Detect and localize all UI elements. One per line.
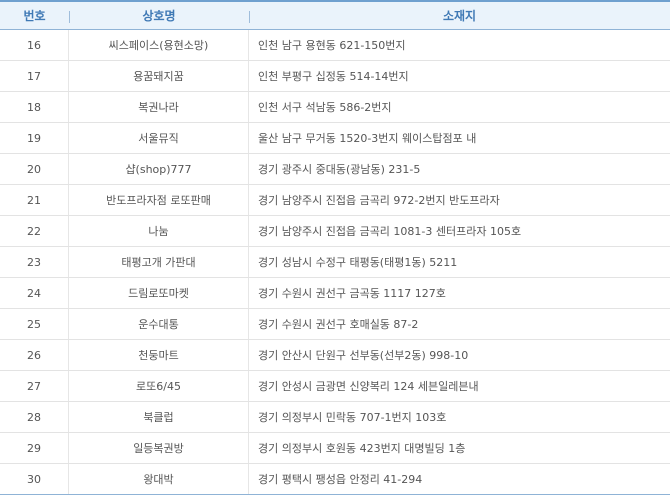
- table-row: 19 서울뮤직 울산 남구 무거동 1520-3번지 웨이스탑점포 내: [0, 123, 670, 154]
- row-store-name: 로또6/45: [69, 371, 249, 401]
- row-address: 인천 서구 석남동 586-2번지: [258, 101, 392, 114]
- table-header: 번호 상호명 소재지: [0, 0, 670, 30]
- row-number: 25: [0, 309, 69, 339]
- row-address: 울산 남구 무거동 1520-3번지 웨이스탑점포 내: [258, 132, 477, 145]
- row-store-name: 샵(shop)777: [69, 154, 249, 184]
- row-store-name: 나눔: [69, 216, 249, 246]
- store-table: 번호 상호명 소재지 16 씨스페이스(용현소망) 인천 남구 용현동 621-…: [0, 0, 670, 501]
- row-store-name: 드림로또마켓: [69, 278, 249, 308]
- row-store-name: 반도프라자점 로또판매: [69, 185, 249, 215]
- row-number: 27: [0, 371, 69, 401]
- table-row: 22 나눔 경기 남양주시 진접읍 금곡리 1081-3 센터프라자 105호: [0, 216, 670, 247]
- row-address: 경기 남양주시 진접읍 금곡리 1081-3 센터프라자 105호: [258, 225, 522, 238]
- row-address: 경기 안성시 금광면 신양복리 124 세븐일레븐내: [258, 380, 479, 393]
- row-number: 18: [0, 92, 69, 122]
- row-number: 19: [0, 123, 69, 153]
- table-row: 28 북클럽 경기 의정부시 민락동 707-1번지 103호: [0, 402, 670, 433]
- row-address: 경기 남양주시 진접읍 금곡리 972-2번지 반도프라자: [258, 194, 500, 207]
- row-store-name: 복권나라: [69, 92, 249, 122]
- header-address: 소재지: [442, 9, 477, 23]
- table-row: 27 로또6/45 경기 안성시 금광면 신양복리 124 세븐일레븐내: [0, 371, 670, 402]
- row-store-name: 용꿈돼지꿈: [69, 61, 249, 91]
- table-row: 24 드림로또마켓 경기 수원시 권선구 금곡동 1117 127호: [0, 278, 670, 309]
- table-row: 29 일등복권방 경기 의정부시 호원동 423번지 대명빌딩 1층: [0, 433, 670, 464]
- row-address: 경기 의정부시 호원동 423번지 대명빌딩 1층: [258, 442, 466, 455]
- table-row: 23 태평고개 가판대 경기 성남시 수정구 태평동(태평1동) 5211: [0, 247, 670, 278]
- row-store-name: 왕대박: [69, 464, 249, 494]
- row-store-name: 운수대통: [69, 309, 249, 339]
- row-number: 17: [0, 61, 69, 91]
- row-store-name: 천둥마트: [69, 340, 249, 370]
- table-row: 16 씨스페이스(용현소망) 인천 남구 용현동 621-150번지: [0, 30, 670, 61]
- row-store-name: 북클럽: [69, 402, 249, 432]
- row-number: 26: [0, 340, 69, 370]
- table-row: 25 운수대통 경기 수원시 권선구 호매실동 87-2: [0, 309, 670, 340]
- header-number: 번호: [23, 9, 46, 23]
- row-store-name: 일등복권방: [69, 433, 249, 463]
- row-address: 경기 수원시 권선구 호매실동 87-2: [258, 318, 419, 331]
- row-number: 29: [0, 433, 69, 463]
- row-number: 24: [0, 278, 69, 308]
- table-row: 21 반도프라자점 로또판매 경기 남양주시 진접읍 금곡리 972-2번지 반…: [0, 185, 670, 216]
- row-address: 경기 의정부시 민락동 707-1번지 103호: [258, 411, 447, 424]
- row-number: 16: [0, 30, 69, 60]
- row-number: 21: [0, 185, 69, 215]
- row-address: 경기 광주시 중대동(광남동) 231-5: [258, 163, 421, 176]
- row-store-name: 태평고개 가판대: [69, 247, 249, 277]
- table-row: 17 용꿈돼지꿈 인천 부평구 십정동 514-14번지: [0, 61, 670, 92]
- row-address: 인천 남구 용현동 621-150번지: [258, 39, 406, 52]
- row-address: 경기 안산시 단원구 선부동(선부2동) 998-10: [258, 349, 469, 362]
- row-address: 경기 수원시 권선구 금곡동 1117 127호: [258, 287, 446, 300]
- table-row: 26 천둥마트 경기 안산시 단원구 선부동(선부2동) 998-10: [0, 340, 670, 371]
- table-row: 30 왕대박 경기 평택시 팽성읍 안정리 41-294: [0, 464, 670, 495]
- header-store-name: 상호명: [142, 9, 176, 23]
- row-address: 경기 성남시 수정구 태평동(태평1동) 5211: [258, 256, 458, 269]
- row-number: 30: [0, 464, 69, 494]
- row-number: 23: [0, 247, 69, 277]
- row-store-name: 서울뮤직: [69, 123, 249, 153]
- table-row: 18 복권나라 인천 서구 석남동 586-2번지: [0, 92, 670, 123]
- row-address: 경기 평택시 팽성읍 안정리 41-294: [258, 473, 423, 486]
- table-body: 16 씨스페이스(용현소망) 인천 남구 용현동 621-150번지 17 용꿈…: [0, 30, 670, 495]
- row-address: 인천 부평구 십정동 514-14번지: [258, 70, 409, 83]
- row-number: 28: [0, 402, 69, 432]
- row-number: 20: [0, 154, 69, 184]
- row-store-name: 씨스페이스(용현소망): [69, 30, 249, 60]
- row-number: 22: [0, 216, 69, 246]
- table-row: 20 샵(shop)777 경기 광주시 중대동(광남동) 231-5: [0, 154, 670, 185]
